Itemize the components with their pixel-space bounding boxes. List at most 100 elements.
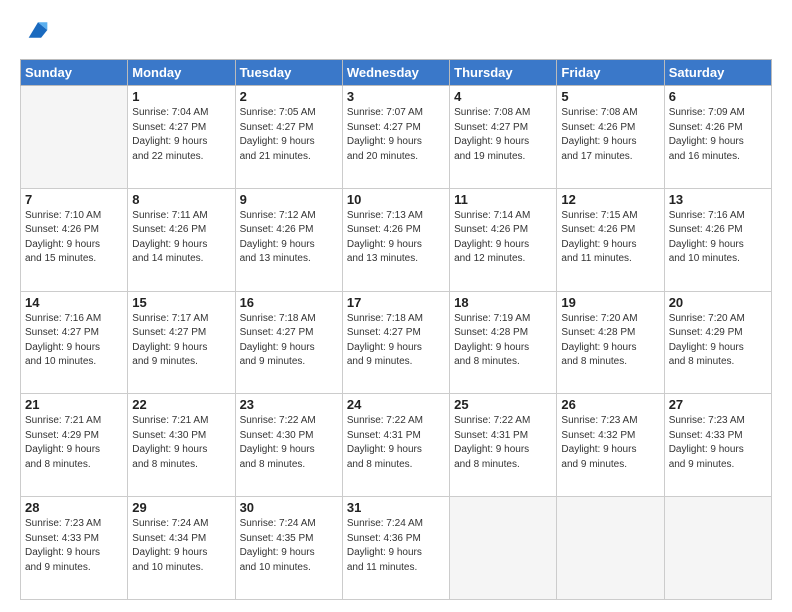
day-info: Sunrise: 7:22 AMSunset: 4:30 PMDaylight:… bbox=[240, 414, 338, 472]
day-number: 31 bbox=[347, 500, 445, 515]
day-info: Sunrise: 7:24 AMSunset: 4:35 PMDaylight:… bbox=[240, 517, 338, 575]
day-number: 13 bbox=[669, 192, 767, 207]
page: SundayMondayTuesdayWednesdayThursdayFrid… bbox=[0, 0, 792, 612]
day-number: 16 bbox=[240, 295, 338, 310]
week-row-4: 21 Sunrise: 7:21 AMSunset: 4:29 PMDayligh… bbox=[21, 394, 772, 497]
weekday-header-sunday: Sunday bbox=[21, 60, 128, 86]
day-info: Sunrise: 7:17 AMSunset: 4:27 PMDaylight:… bbox=[132, 312, 230, 370]
day-info: Sunrise: 7:10 AMSunset: 4:26 PMDaylight:… bbox=[25, 209, 123, 267]
day-number: 24 bbox=[347, 397, 445, 412]
header bbox=[20, 16, 772, 49]
weekday-header-monday: Monday bbox=[128, 60, 235, 86]
week-row-1: 1Sunrise: 7:04 AMSunset: 4:27 PMDaylight… bbox=[21, 86, 772, 189]
day-number: 17 bbox=[347, 295, 445, 310]
day-cell bbox=[664, 497, 771, 600]
day-number: 5 bbox=[561, 89, 659, 104]
week-row-3: 14 Sunrise: 7:16 AMSunset: 4:27 PMDayligh… bbox=[21, 291, 772, 394]
day-info: Sunrise: 7:23 AMSunset: 4:32 PMDaylight:… bbox=[561, 414, 659, 472]
day-number: 11 bbox=[454, 192, 552, 207]
day-cell: 30Sunrise: 7:24 AMSunset: 4:35 PMDayligh… bbox=[235, 497, 342, 600]
day-number: 2 bbox=[240, 89, 338, 104]
day-cell: 21 Sunrise: 7:21 AMSunset: 4:29 PMDayligh… bbox=[21, 394, 128, 497]
day-number: 7 bbox=[25, 192, 123, 207]
day-cell: 13 Sunrise: 7:16 AMSunset: 4:26 PMDayligh… bbox=[664, 188, 771, 291]
week-row-2: 7 Sunrise: 7:10 AMSunset: 4:26 PMDaylight… bbox=[21, 188, 772, 291]
day-number: 15 bbox=[132, 295, 230, 310]
week-row-5: 28Sunrise: 7:23 AMSunset: 4:33 PMDayligh… bbox=[21, 497, 772, 600]
day-cell: 25Sunrise: 7:22 AMSunset: 4:31 PMDayligh… bbox=[450, 394, 557, 497]
day-cell: 5 Sunrise: 7:08 AMSunset: 4:26 PMDaylight… bbox=[557, 86, 664, 189]
weekday-header-wednesday: Wednesday bbox=[342, 60, 449, 86]
day-info: Sunrise: 7:18 AMSunset: 4:27 PMDaylight:… bbox=[347, 312, 445, 370]
day-info: Sunrise: 7:20 AMSunset: 4:28 PMDaylight:… bbox=[561, 312, 659, 370]
day-cell: 26 Sunrise: 7:23 AMSunset: 4:32 PMDayligh… bbox=[557, 394, 664, 497]
day-number: 3 bbox=[347, 89, 445, 104]
day-info: Sunrise: 7:04 AMSunset: 4:27 PMDaylight:… bbox=[132, 106, 230, 164]
day-info: Sunrise: 7:08 AMSunset: 4:26 PMDaylight:… bbox=[561, 106, 659, 164]
calendar-table: SundayMondayTuesdayWednesdayThursdayFrid… bbox=[20, 59, 772, 600]
day-cell: 10Sunrise: 7:13 AMSunset: 4:26 PMDayligh… bbox=[342, 188, 449, 291]
day-cell bbox=[557, 497, 664, 600]
day-number: 18 bbox=[454, 295, 552, 310]
day-info: Sunrise: 7:12 AMSunset: 4:26 PMDaylight:… bbox=[240, 209, 338, 267]
day-number: 14 bbox=[25, 295, 123, 310]
day-cell: 27Sunrise: 7:23 AMSunset: 4:33 PMDayligh… bbox=[664, 394, 771, 497]
day-info: Sunrise: 7:13 AMSunset: 4:26 PMDaylight:… bbox=[347, 209, 445, 267]
day-info: Sunrise: 7:08 AMSunset: 4:27 PMDaylight:… bbox=[454, 106, 552, 164]
weekday-header-thursday: Thursday bbox=[450, 60, 557, 86]
day-info: Sunrise: 7:15 AMSunset: 4:26 PMDaylight:… bbox=[561, 209, 659, 267]
day-number: 27 bbox=[669, 397, 767, 412]
day-cell bbox=[21, 86, 128, 189]
day-cell: 19 Sunrise: 7:20 AMSunset: 4:28 PMDayligh… bbox=[557, 291, 664, 394]
day-info: Sunrise: 7:05 AMSunset: 4:27 PMDaylight:… bbox=[240, 106, 338, 164]
day-info: Sunrise: 7:19 AMSunset: 4:28 PMDaylight:… bbox=[454, 312, 552, 370]
logo-icon bbox=[24, 16, 52, 44]
day-cell: 15 Sunrise: 7:17 AMSunset: 4:27 PMDayligh… bbox=[128, 291, 235, 394]
day-info: Sunrise: 7:24 AMSunset: 4:36 PMDaylight:… bbox=[347, 517, 445, 575]
day-number: 4 bbox=[454, 89, 552, 104]
day-number: 20 bbox=[669, 295, 767, 310]
day-number: 22 bbox=[132, 397, 230, 412]
day-cell: 31 Sunrise: 7:24 AMSunset: 4:36 PMDayligh… bbox=[342, 497, 449, 600]
day-cell: 17 Sunrise: 7:18 AMSunset: 4:27 PMDayligh… bbox=[342, 291, 449, 394]
day-number: 23 bbox=[240, 397, 338, 412]
weekday-header-row: SundayMondayTuesdayWednesdayThursdayFrid… bbox=[21, 60, 772, 86]
day-cell: 29 Sunrise: 7:24 AMSunset: 4:34 PMDayligh… bbox=[128, 497, 235, 600]
day-info: Sunrise: 7:07 AMSunset: 4:27 PMDaylight:… bbox=[347, 106, 445, 164]
day-cell: 3 Sunrise: 7:07 AMSunset: 4:27 PMDaylight… bbox=[342, 86, 449, 189]
day-info: Sunrise: 7:16 AMSunset: 4:27 PMDaylight:… bbox=[25, 312, 123, 370]
day-info: Sunrise: 7:18 AMSunset: 4:27 PMDaylight:… bbox=[240, 312, 338, 370]
day-cell: 20Sunrise: 7:20 AMSunset: 4:29 PMDayligh… bbox=[664, 291, 771, 394]
day-number: 19 bbox=[561, 295, 659, 310]
day-cell bbox=[450, 497, 557, 600]
day-cell: 22 Sunrise: 7:21 AMSunset: 4:30 PMDayligh… bbox=[128, 394, 235, 497]
day-cell: 4 Sunrise: 7:08 AMSunset: 4:27 PMDaylight… bbox=[450, 86, 557, 189]
weekday-header-tuesday: Tuesday bbox=[235, 60, 342, 86]
day-info: Sunrise: 7:21 AMSunset: 4:29 PMDaylight:… bbox=[25, 414, 123, 472]
weekday-header-friday: Friday bbox=[557, 60, 664, 86]
day-cell: 12 Sunrise: 7:15 AMSunset: 4:26 PMDayligh… bbox=[557, 188, 664, 291]
day-cell: 24Sunrise: 7:22 AMSunset: 4:31 PMDayligh… bbox=[342, 394, 449, 497]
day-info: Sunrise: 7:11 AMSunset: 4:26 PMDaylight:… bbox=[132, 209, 230, 267]
day-number: 29 bbox=[132, 500, 230, 515]
day-info: Sunrise: 7:14 AMSunset: 4:26 PMDaylight:… bbox=[454, 209, 552, 267]
day-info: Sunrise: 7:09 AMSunset: 4:26 PMDaylight:… bbox=[669, 106, 767, 164]
day-number: 26 bbox=[561, 397, 659, 412]
day-info: Sunrise: 7:21 AMSunset: 4:30 PMDaylight:… bbox=[132, 414, 230, 472]
day-cell: 18 Sunrise: 7:19 AMSunset: 4:28 PMDayligh… bbox=[450, 291, 557, 394]
day-number: 21 bbox=[25, 397, 123, 412]
logo bbox=[20, 16, 52, 49]
day-number: 12 bbox=[561, 192, 659, 207]
day-number: 28 bbox=[25, 500, 123, 515]
day-info: Sunrise: 7:24 AMSunset: 4:34 PMDaylight:… bbox=[132, 517, 230, 575]
day-info: Sunrise: 7:16 AMSunset: 4:26 PMDaylight:… bbox=[669, 209, 767, 267]
day-number: 8 bbox=[132, 192, 230, 207]
day-cell: 7 Sunrise: 7:10 AMSunset: 4:26 PMDaylight… bbox=[21, 188, 128, 291]
day-cell: 1Sunrise: 7:04 AMSunset: 4:27 PMDaylight… bbox=[128, 86, 235, 189]
day-cell: 11 Sunrise: 7:14 AMSunset: 4:26 PMDayligh… bbox=[450, 188, 557, 291]
day-cell: 14 Sunrise: 7:16 AMSunset: 4:27 PMDayligh… bbox=[21, 291, 128, 394]
day-cell: 9Sunrise: 7:12 AMSunset: 4:26 PMDaylight… bbox=[235, 188, 342, 291]
day-number: 6 bbox=[669, 89, 767, 104]
day-cell: 6 Sunrise: 7:09 AMSunset: 4:26 PMDaylight… bbox=[664, 86, 771, 189]
day-cell: 16 Sunrise: 7:18 AMSunset: 4:27 PMDayligh… bbox=[235, 291, 342, 394]
